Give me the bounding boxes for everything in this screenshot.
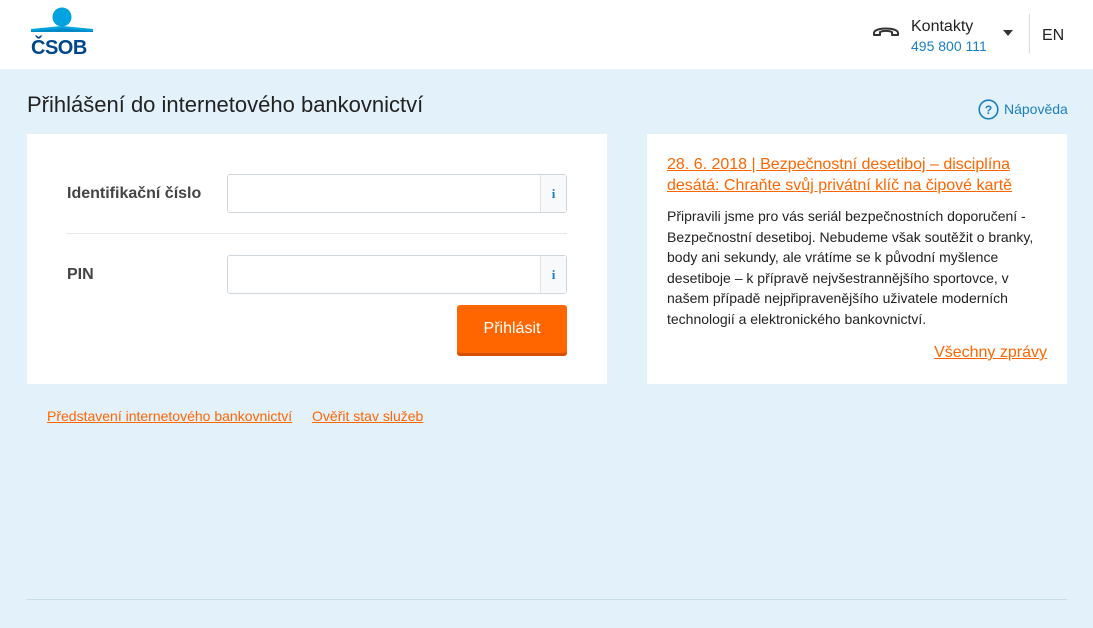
svg-text:?: ? (985, 103, 992, 117)
contacts-label: Kontakty (911, 18, 974, 35)
service-status-link[interactable]: Ověřit stav služeb (312, 408, 423, 424)
header: ČSOB Kontakty 495 800 111 EN (0, 0, 1093, 69)
csob-logo[interactable]: ČSOB (31, 7, 93, 59)
identification-number-input[interactable] (228, 175, 540, 212)
intro-link[interactable]: Představení internetového bankovnictví (47, 408, 292, 424)
phone-icon (873, 27, 899, 36)
contacts-phone-number[interactable]: 495 800 111 (911, 38, 987, 54)
pin-field: i (227, 255, 567, 294)
login-button[interactable]: Přihlásit (457, 305, 567, 353)
news-panel: 28. 6. 2018 | Bezpečnostní desetiboj – d… (647, 134, 1067, 384)
pin-label: PIN (67, 266, 94, 283)
header-divider (1029, 14, 1030, 54)
footer-divider (27, 599, 1067, 600)
info-icon[interactable]: i (540, 175, 566, 212)
page-title: Přihlášení do internetového bankovnictví (27, 92, 424, 117)
info-icon[interactable]: i (540, 256, 566, 293)
news-title-link[interactable]: 28. 6. 2018 | Bezpečnostní desetiboj – d… (667, 154, 1047, 196)
form-separator (67, 233, 567, 234)
identification-number-label: Identifikační číslo (67, 185, 202, 202)
logo-emblem-icon (31, 7, 93, 32)
chevron-down-icon[interactable] (1003, 30, 1013, 37)
contacts-dropdown[interactable]: Kontakty 495 800 111 (870, 18, 1020, 54)
language-switch[interactable]: EN (1042, 27, 1064, 45)
all-news-link[interactable]: Všechny zprávy (934, 344, 1047, 362)
question-circle-icon: ? (978, 99, 999, 120)
login-form: Identifikační číslo i PIN i Přihlásit (27, 134, 607, 384)
identification-number-field: i (227, 174, 567, 213)
pin-input[interactable] (228, 256, 540, 293)
logo-text: ČSOB (31, 37, 87, 59)
help-label: Nápověda (1004, 101, 1068, 117)
news-body: Připravili jsme pro vás seriál bezpečnos… (667, 208, 1034, 327)
bottom-links: Představení internetového bankovnictví O… (47, 408, 439, 424)
